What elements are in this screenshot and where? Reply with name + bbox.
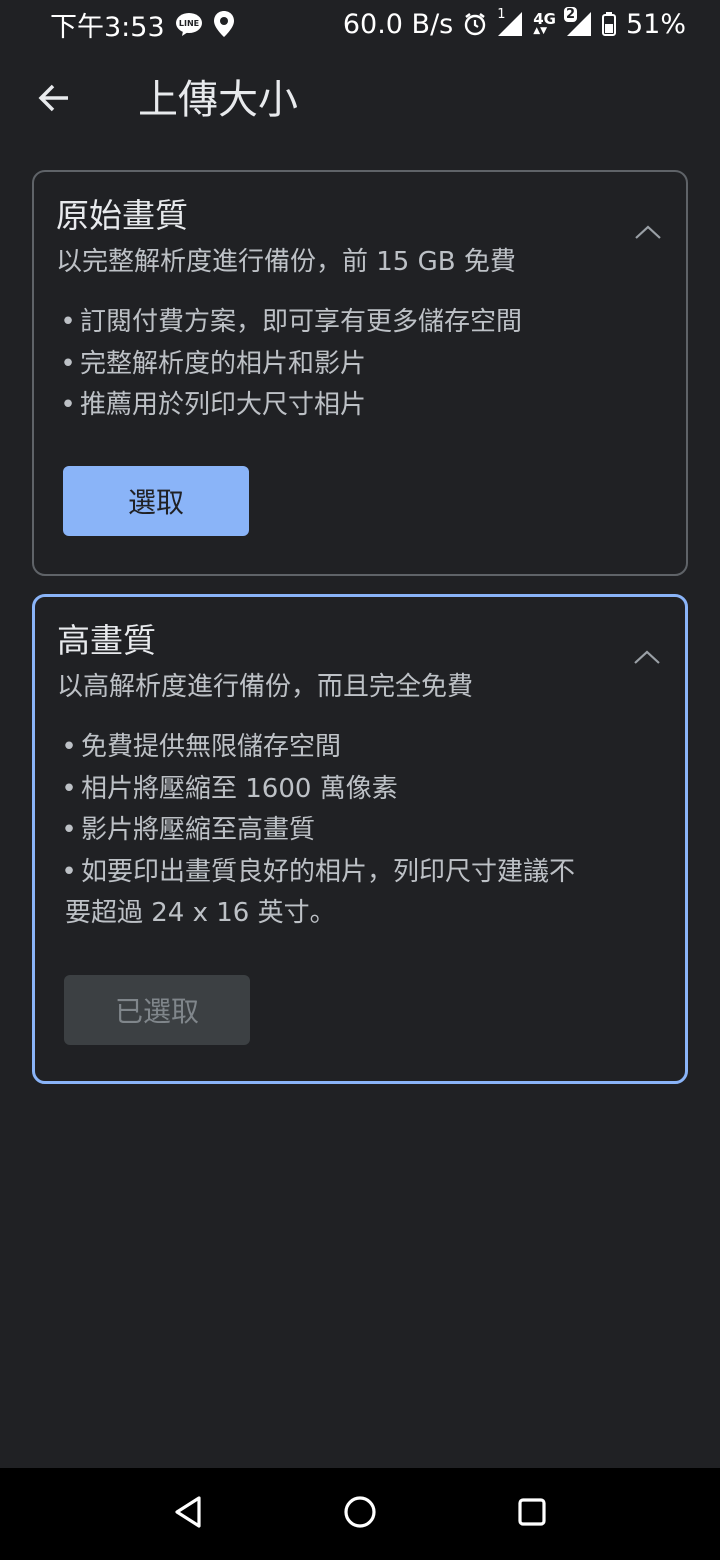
bullet-dot: • [61,815,77,845]
battery-icon [601,12,616,36]
status-bar: 下午3:53 LINE 60.0 B/s 1 4G ▲▼ 2 51% [0,0,720,48]
feature-list: • 免費提供無限儲存空間 • 相片將壓縮至 1600 萬像素 • 影片將壓縮至高… [57,727,665,935]
collapse-toggle[interactable] [627,639,667,679]
list-item: • 推薦用於列印大尺寸相片 [56,385,666,427]
signal-icon: 2 [563,7,592,37]
selected-button: 已選取 [64,975,250,1045]
sim1-label: 1 [497,7,506,22]
nav-recents-button[interactable] [506,1488,558,1540]
nav-back-button[interactable] [162,1488,214,1540]
network-type: 4G ▲▼ [533,10,556,36]
option-title: 原始畫質 [56,196,188,235]
line-app-icon: LINE [175,12,203,36]
list-item: • 完整解析度的相片和影片 [56,344,666,386]
bullet-dot: • [60,390,76,420]
nav-home-button[interactable] [334,1488,386,1540]
signal-icon: 1 [497,7,523,37]
chevron-up-icon [634,224,662,244]
list-item: • 如要印出畫質良好的相片，列印尺寸建議不 [57,852,665,894]
app-bar: 上傳大小 [0,50,720,150]
net-speed: 60.0 B/s [342,8,454,40]
bullet-dot: • [61,856,77,887]
nav-recents-icon [517,1497,547,1531]
collapse-toggle[interactable] [628,214,668,254]
status-right: 60.0 B/s 1 4G ▲▼ 2 51% [342,7,686,40]
bullet-dot: • [61,773,77,804]
option-title: 高畫質 [57,621,156,660]
option-card-high[interactable]: 高畫質 以高解析度進行備份，而且完全免費 • 免費提供無限儲存空間 • 相片將壓… [32,594,688,1084]
list-item: • 相片將壓縮至 1600 萬像素 [57,769,665,811]
arrow-back-icon [36,80,72,120]
nav-back-icon [172,1495,204,1533]
back-button[interactable] [24,70,84,130]
status-left: 下午3:53 LINE [50,5,235,44]
status-time: 下午3:53 [50,11,165,43]
bullet-dot: • [61,732,77,762]
chevron-up-icon [633,649,661,669]
svg-text:LINE: LINE [179,19,199,28]
option-card-original[interactable]: 原始畫質 以完整解析度進行備份，前 15 GB 免費 • 訂閱付費方案，即可享有… [32,170,688,576]
bullet-dot: • [60,307,76,337]
option-subtitle: 以完整解析度進行備份，前 15 GB 免費 [56,247,516,277]
list-item: • 影片將壓縮至高畫質 [57,810,665,852]
sim2-label: 2 [563,7,578,22]
nav-bar [0,1468,720,1560]
feature-list: • 訂閱付費方案，即可享有更多儲存空間 • 完整解析度的相片和影片 • 推薦用於… [56,302,666,427]
bullet-dot: • [60,348,76,379]
select-button[interactable]: 選取 [63,466,249,536]
location-icon [213,10,235,38]
option-subtitle: 以高解析度進行備份，而且完全免費 [57,672,474,702]
nav-home-icon [343,1495,377,1533]
page-title: 上傳大小 [138,77,298,123]
list-item: • 訂閱付費方案，即可享有更多儲存空間 [56,302,666,344]
list-item-continuation: 要超過 24 x 16 英寸。 [65,898,336,928]
battery-percent: 51% [625,8,686,40]
alarm-icon [463,12,487,36]
list-item: • 免費提供無限儲存空間 [57,727,665,769]
